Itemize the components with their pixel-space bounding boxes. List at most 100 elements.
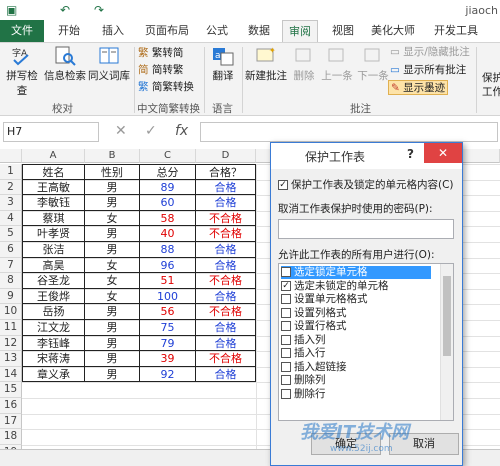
name-box[interactable]: H7: [3, 122, 99, 142]
table-cell[interactable]: 合格: [196, 366, 256, 383]
row-header[interactable]: 9: [0, 288, 22, 305]
table-cell[interactable]: 男: [85, 366, 140, 383]
permission-item[interactable]: 设置单元格格式: [281, 293, 368, 306]
enter-icon[interactable]: ✓: [145, 123, 157, 139]
checkbox-icon[interactable]: [281, 348, 291, 358]
row-header[interactable]: 8: [0, 273, 22, 289]
table-cell[interactable]: 92: [140, 366, 196, 383]
tab-home[interactable]: 开始: [52, 20, 86, 42]
checkbox-icon[interactable]: [281, 361, 291, 372]
research-button[interactable]: 信息检索: [44, 43, 86, 83]
table-cell[interactable]: 男: [85, 304, 140, 320]
table-cell[interactable]: 谷圣龙: [22, 273, 85, 289]
row-header[interactable]: 3: [0, 195, 22, 211]
permission-item[interactable]: 插入列: [281, 334, 326, 347]
table-cell[interactable]: 51: [140, 273, 196, 289]
table-cell[interactable]: 不合格: [196, 273, 256, 289]
table-cell[interactable]: 章义承: [22, 366, 85, 383]
table-cell[interactable]: 合格: [196, 179, 256, 196]
table-cell[interactable]: 75: [140, 320, 196, 336]
checkbox-icon[interactable]: [281, 294, 291, 304]
table-cell[interactable]: 宋蒋涛: [22, 351, 85, 367]
show-hide-comment-button[interactable]: ▭ 显示/隐藏批注: [390, 45, 470, 60]
table-header-cell[interactable]: 总分: [140, 164, 196, 180]
table-cell[interactable]: 张洁: [22, 242, 85, 258]
table-header-cell[interactable]: 姓名: [22, 164, 85, 180]
table-cell[interactable]: 男: [85, 226, 140, 242]
row-header[interactable]: 10: [0, 304, 22, 320]
scrollbar-thumb[interactable]: [443, 276, 451, 356]
table-cell[interactable]: 不合格: [196, 351, 256, 367]
table-cell[interactable]: 女: [85, 288, 140, 305]
tab-review[interactable]: 审阅: [282, 20, 318, 42]
previous-comment-button[interactable]: 上一条: [320, 43, 354, 83]
new-comment-button[interactable]: ✦ 新建批注: [244, 43, 288, 83]
to-traditional-button[interactable]: 简 简转繁: [138, 63, 183, 78]
row-header[interactable]: 13: [0, 351, 22, 367]
table-cell[interactable]: 江文龙: [22, 320, 85, 336]
tab-developer[interactable]: 开发工具: [430, 20, 482, 42]
row-header[interactable]: 17: [0, 413, 22, 430]
row-header[interactable]: 2: [0, 179, 22, 196]
formula-input[interactable]: [200, 122, 498, 142]
permission-item[interactable]: 删除列: [281, 374, 326, 387]
chinese-convert-button[interactable]: 繁 简繁转换: [138, 80, 194, 95]
tab-data[interactable]: 数据: [242, 20, 276, 42]
table-cell[interactable]: 男: [85, 195, 140, 211]
protect-sheet-button[interactable]: 保护: [482, 71, 500, 86]
table-cell[interactable]: 不合格: [196, 226, 256, 242]
table-header-cell[interactable]: 性别: [85, 164, 140, 180]
table-cell[interactable]: 蔡琪: [22, 210, 85, 227]
checkbox-icon[interactable]: [281, 307, 291, 318]
tab-insert[interactable]: 插入: [96, 20, 130, 42]
table-cell[interactable]: 王俊烨: [22, 288, 85, 305]
save-icon[interactable]: ▣: [6, 3, 17, 17]
row-header[interactable]: 14: [0, 366, 22, 383]
row-header[interactable]: 11: [0, 320, 22, 336]
checkbox-icon[interactable]: [281, 375, 291, 385]
checkbox-icon[interactable]: [281, 388, 291, 399]
table-cell[interactable]: 96: [140, 257, 196, 274]
checkbox-icon[interactable]: [281, 267, 291, 277]
delete-comment-button[interactable]: 删除: [290, 43, 318, 83]
next-comment-button[interactable]: 下一条: [356, 43, 390, 83]
row-header[interactable]: 4: [0, 210, 22, 227]
table-cell[interactable]: 女: [85, 273, 140, 289]
row-header[interactable]: 5: [0, 226, 22, 242]
row-header[interactable]: 18: [0, 429, 22, 445]
checkbox-icon[interactable]: ✓: [281, 280, 291, 291]
protect-contents-checkbox[interactable]: ✓ 保护工作表及锁定的单元格内容(C): [278, 177, 454, 192]
column-header[interactable]: C: [140, 149, 196, 163]
table-cell[interactable]: 男: [85, 320, 140, 336]
table-cell[interactable]: 39: [140, 351, 196, 367]
table-cell[interactable]: 高昊: [22, 257, 85, 274]
table-cell[interactable]: 合格: [196, 320, 256, 336]
fx-icon[interactable]: fx: [175, 123, 188, 139]
table-cell[interactable]: 88: [140, 242, 196, 258]
row-header[interactable]: 15: [0, 382, 22, 398]
table-cell[interactable]: 合格: [196, 288, 256, 305]
permission-item[interactable]: 选定锁定单元格: [281, 266, 431, 279]
spell-check-button[interactable]: 字A 拼写检查: [2, 43, 42, 98]
table-cell[interactable]: 男: [85, 351, 140, 367]
column-header[interactable]: B: [85, 149, 140, 163]
column-header[interactable]: A: [22, 149, 85, 163]
row-header[interactable]: 6: [0, 242, 22, 258]
table-cell[interactable]: 40: [140, 226, 196, 242]
table-cell[interactable]: 男: [85, 179, 140, 196]
tab-file[interactable]: 文件: [0, 20, 44, 42]
permission-item[interactable]: 设置行格式: [281, 320, 347, 333]
thesaurus-button[interactable]: 同义词库: [88, 43, 130, 83]
table-cell[interactable]: 56: [140, 304, 196, 320]
table-cell[interactable]: 60: [140, 195, 196, 211]
permission-item[interactable]: 插入超链接: [281, 361, 347, 374]
table-cell[interactable]: 合格: [196, 335, 256, 352]
tab-formulas[interactable]: 公式: [200, 20, 234, 42]
table-cell[interactable]: 100: [140, 288, 196, 305]
checkbox-icon[interactable]: [281, 321, 291, 331]
table-cell[interactable]: 岳扬: [22, 304, 85, 320]
cancel-icon[interactable]: ✕: [115, 123, 127, 139]
table-header-cell[interactable]: 合格？: [196, 164, 256, 180]
table-cell[interactable]: 89: [140, 179, 196, 196]
show-all-comments-button[interactable]: ▭ 显示所有批注: [390, 63, 466, 78]
